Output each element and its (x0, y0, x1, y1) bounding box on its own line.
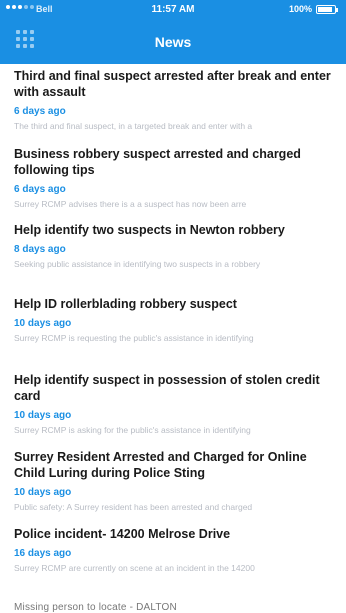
news-item[interactable]: Help ID rollerblading robbery suspect 10… (14, 296, 338, 344)
battery-icon (316, 5, 338, 14)
news-age: 10 days ago (14, 318, 72, 329)
news-headline[interactable]: Business robbery suspect arrested and ch… (14, 146, 338, 178)
news-age: 6 days ago (14, 184, 66, 195)
news-age: 10 days ago (14, 487, 72, 498)
news-item[interactable]: Police incident- 14200 Melrose Drive 16 … (14, 526, 338, 574)
news-item[interactable]: Third and final suspect arrested after b… (14, 68, 338, 132)
news-age: 6 days ago (14, 106, 66, 117)
news-snippet: Surrey RCMP are currently on scene at an… (14, 563, 255, 573)
news-snippet: Public safety: A Surrey resident has bee… (14, 502, 253, 512)
news-headline-partial[interactable]: Missing person to locate - DALTON (14, 602, 177, 613)
news-snippet: Seeking public assistance in identifying… (14, 259, 261, 269)
news-snippet: Surrey RCMP is requesting the public's a… (14, 333, 254, 343)
news-headline[interactable]: Surrey Resident Arrested and Charged for… (14, 449, 338, 481)
news-list[interactable]: Third and final suspect arrested after b… (0, 64, 346, 613)
news-age: 8 days ago (14, 244, 66, 255)
page-title: News (154, 34, 192, 50)
news-age: 16 days ago (14, 548, 72, 559)
status-bar: Bell 11:57 AM 100% (0, 0, 346, 20)
battery-fill (318, 7, 333, 12)
news-snippet: The third and final suspect, in a target… (14, 121, 253, 131)
news-headline[interactable]: Help identify two suspects in Newton rob… (14, 222, 338, 238)
news-headline[interactable]: Police incident- 14200 Melrose Drive (14, 526, 338, 542)
news-item[interactable]: Help identify two suspects in Newton rob… (14, 222, 338, 270)
news-item[interactable]: Surrey Resident Arrested and Charged for… (14, 449, 338, 513)
battery-percent: 100% (288, 4, 312, 14)
news-headline[interactable]: Help ID rollerblading robbery suspect (14, 296, 338, 312)
news-headline[interactable]: Third and final suspect arrested after b… (14, 68, 338, 100)
news-headline[interactable]: Help identify suspect in possession of s… (14, 372, 338, 404)
news-age: 10 days ago (14, 410, 72, 421)
news-snippet: Surrey RCMP advises there is a a suspect… (14, 199, 247, 209)
news-snippet: Surrey RCMP is asking for the public's a… (14, 425, 251, 435)
nav-bar: News (0, 20, 346, 64)
news-item[interactable]: Business robbery suspect arrested and ch… (14, 146, 338, 210)
news-item[interactable]: Help identify suspect in possession of s… (14, 372, 338, 436)
